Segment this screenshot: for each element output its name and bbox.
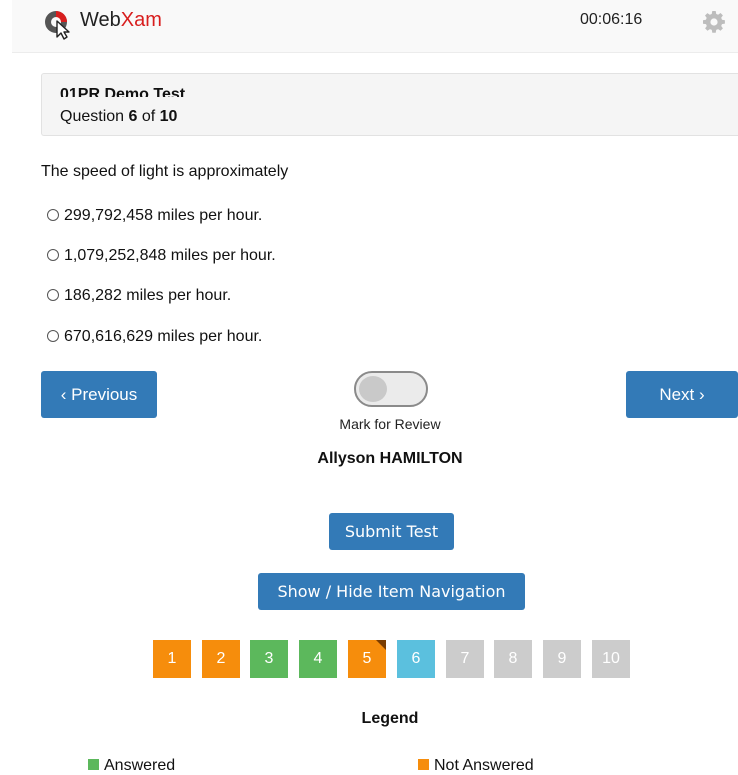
nav-item-1[interactable]: 1 [153,640,191,678]
legend-answered-label: Answered [104,757,176,774]
nav-item-9[interactable]: 9 [543,640,581,678]
answer-option-2[interactable]: 1,079,252,848 miles per hour. [47,247,276,265]
nav-item-4[interactable]: 4 [299,640,337,678]
top-bar: WebXam 00:06:16 [12,0,738,53]
nav-item-label: 1 [167,650,177,667]
logo-text-web: Web [80,9,121,31]
toggle-knob [359,376,387,402]
nav-item-label: 4 [313,650,323,667]
question-text: The speed of light is approximately [41,163,289,180]
candidate-name: Allyson HAMILTON [317,450,463,467]
answer-option-label: 299,792,458 miles per hour. [64,207,263,224]
nav-item-8[interactable]: 8 [494,640,532,678]
logo-text-xam: Xam [120,9,162,31]
nav-item-label: 9 [557,650,567,667]
toggle-item-navigation-button[interactable]: Show / Hide Item Navigation [258,573,525,610]
submit-test-button[interactable]: Submit Test [329,513,454,550]
nav-item-7[interactable]: 7 [446,640,484,678]
radio-icon[interactable] [47,249,59,261]
test-title: 01PR Demo Test [60,86,186,97]
answer-option-label: 1,079,252,848 miles per hour. [64,247,276,264]
question-prefix: Question [60,108,125,125]
nav-item-label: 6 [411,650,421,667]
nav-item-label: 2 [216,650,226,667]
legend-title: Legend [361,710,419,727]
nav-item-10[interactable]: 10 [592,640,630,678]
logo-mark-icon [45,11,70,40]
answer-option-label: 186,282 miles per hour. [64,287,232,304]
legend-not-answered-label: Not Answered [434,757,534,774]
mark-for-review-toggle[interactable] [354,371,428,407]
gear-icon[interactable] [702,10,726,34]
nav-item-label: 7 [460,650,470,667]
answer-option-1[interactable]: 299,792,458 miles per hour. [47,207,262,225]
nav-item-3[interactable]: 3 [250,640,288,678]
question-current-number: 6 [128,108,138,125]
legend-answered: Answered [88,757,175,775]
radio-icon[interactable] [47,289,59,301]
nav-item-label: 5 [362,650,372,667]
answer-option-3[interactable]: 186,282 miles per hour. [47,287,231,305]
next-button[interactable]: Next › [626,371,738,418]
logo-text: WebXam [80,9,162,32]
radio-icon[interactable] [47,209,59,221]
radio-icon[interactable] [47,330,59,342]
nav-item-5[interactable]: 5 [348,640,386,678]
question-total-number: 10 [159,108,178,125]
webxam-logo: WebXam [42,7,192,40]
nav-item-label: 8 [508,650,518,667]
exam-timer: 00:06:16 [580,11,643,28]
answer-option-label: 670,616,629 miles per hour. [64,328,263,345]
previous-button[interactable]: ‹ Previous [41,371,157,418]
answered-swatch [88,759,99,770]
question-progress: Question 6 of 10 [60,108,177,126]
question-of: of [141,108,156,125]
nav-item-6[interactable]: 6 [397,640,435,678]
nav-item-label: 10 [602,650,620,667]
nav-item-2[interactable]: 2 [202,640,240,678]
mark-for-review-label: Mark for Review [339,416,441,432]
test-info-panel: 01PR Demo Test Question 6 of 10 [41,73,738,136]
nav-item-label: 3 [264,650,274,667]
review-flag-icon [376,640,386,650]
legend-not-answered: Not Answered [418,757,534,775]
not-answered-swatch [418,759,429,770]
answer-option-4[interactable]: 670,616,629 miles per hour. [47,328,262,346]
